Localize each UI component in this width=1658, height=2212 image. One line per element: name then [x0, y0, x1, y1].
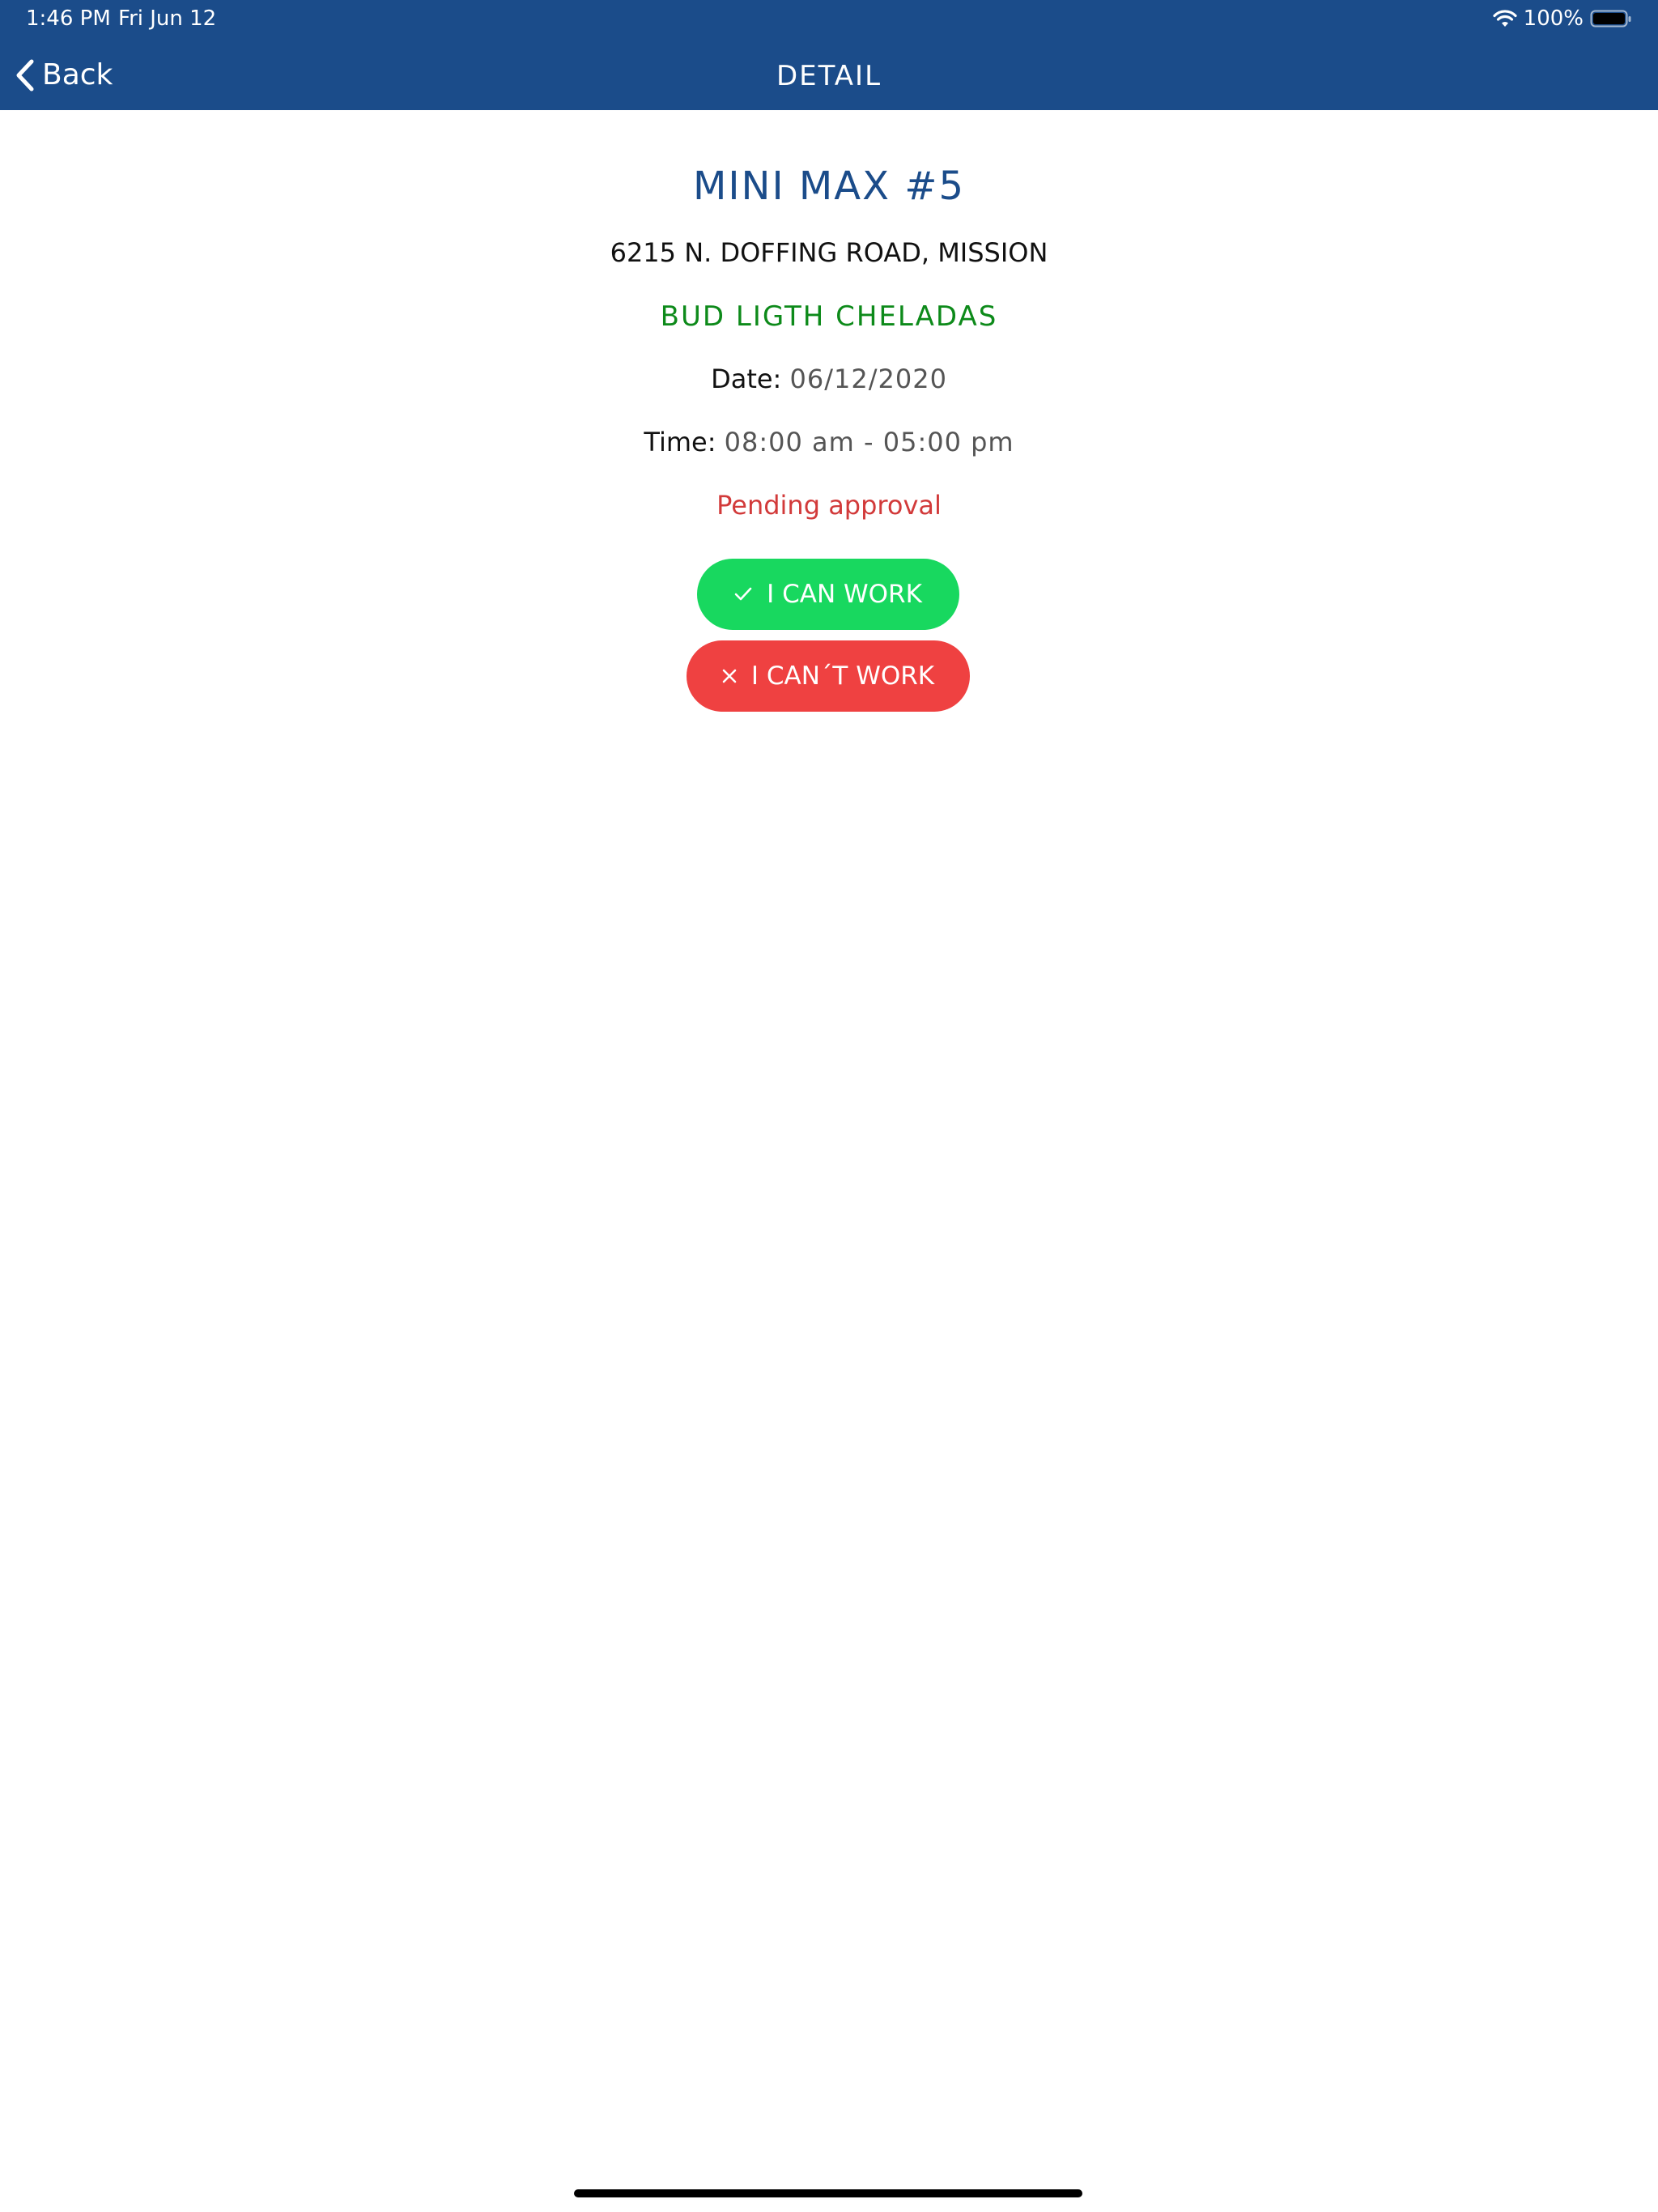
- time-value: 08:00 am - 05:00 pm: [724, 427, 1014, 457]
- i-can-work-label: I CAN WORK: [767, 580, 922, 609]
- store-name: MINI MAX #5: [692, 164, 966, 209]
- product-name: BUD LIGTH CHELADAS: [660, 300, 998, 333]
- i-cant-work-button[interactable]: I CAN´T WORK: [687, 640, 970, 712]
- time-row: Time: 08:00 am - 05:00 pm: [0, 426, 1658, 458]
- i-cant-work-label: I CAN´T WORK: [750, 661, 935, 691]
- status-indicators: 100%: [1493, 6, 1632, 31]
- date-label: Date:: [711, 364, 782, 394]
- time-label: Time:: [644, 427, 716, 457]
- date-row: Date: 06/12/2020: [0, 363, 1658, 395]
- status-date: Fri Jun 12: [118, 6, 217, 31]
- close-icon: [722, 669, 737, 683]
- wifi-icon: [1493, 10, 1517, 27]
- page-title: DETAIL: [776, 60, 882, 92]
- status-time: 1:46 PM: [26, 6, 111, 31]
- navigation-bar: 1:46 PM Fri Jun 12 100% Back DETAIL: [0, 0, 1658, 110]
- home-indicator[interactable]: [574, 2189, 1082, 2197]
- store-address: 6215 N. DOFFING ROAD, MISSION: [610, 237, 1048, 268]
- status-text: Pending approval: [716, 490, 942, 521]
- date-value: 06/12/2020: [789, 364, 947, 394]
- battery-icon: [1590, 10, 1631, 28]
- battery-percent: 100%: [1523, 6, 1584, 31]
- checkmark-icon: [734, 587, 752, 601]
- i-can-work-button[interactable]: I CAN WORK: [697, 559, 959, 630]
